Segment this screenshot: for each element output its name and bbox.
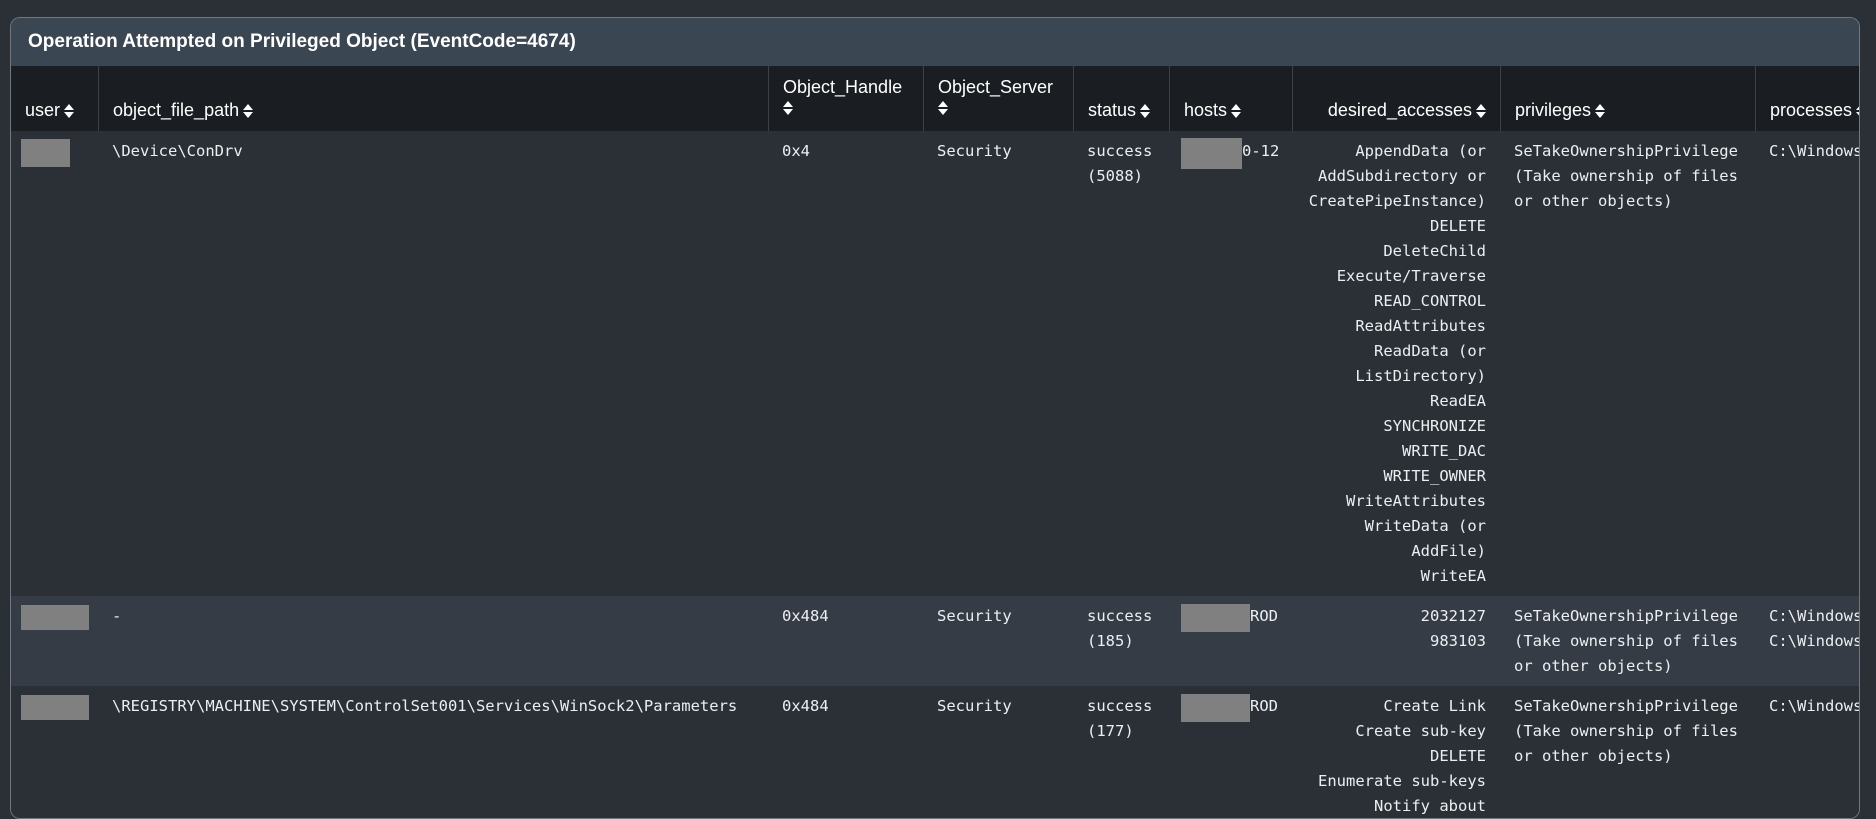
processes-cell[interactable]: C:\Windows\ (1755, 131, 1859, 164)
sort-icon (1231, 103, 1242, 119)
user-cell[interactable] (11, 131, 98, 167)
object-file-path-cell[interactable]: \REGISTRY\MACHINE\SYSTEM\ControlSet001\S… (98, 686, 768, 719)
column-label: desired_accesses (1327, 100, 1472, 120)
processes-cell[interactable]: C:\Windows\ C:\Windows\ (1755, 596, 1859, 654)
column-label: Object_Handle (783, 77, 903, 97)
column-header-processes[interactable]: processes (1755, 66, 1859, 131)
sort-icon (938, 100, 948, 116)
object-server-cell[interactable]: Security (923, 596, 1073, 629)
column-label: object_file_path (113, 100, 240, 120)
redacted-value (21, 695, 89, 720)
table-row: \Device\ConDrv 0x4 Security success (508… (11, 131, 1859, 596)
privileges-cell[interactable]: SeTakeOwnershipPrivilege (Take ownership… (1500, 131, 1755, 214)
sort-icon (1476, 103, 1486, 119)
object-server-cell[interactable]: Security (923, 131, 1073, 164)
redacted-value (21, 605, 89, 630)
object-handle-cell[interactable]: 0x4 (768, 131, 923, 164)
redacted-value (1181, 694, 1250, 722)
hosts-cell[interactable]: ROD (1169, 686, 1292, 722)
desired-accesses-cell[interactable]: 2032127 983103 (1292, 596, 1500, 654)
hosts-suffix: ROD (1250, 697, 1278, 715)
object-handle-cell[interactable]: 0x484 (768, 686, 923, 719)
hosts-suffix: 0-12 (1242, 142, 1280, 160)
column-label: Object_Server (938, 77, 1054, 97)
sort-icon (783, 100, 793, 116)
column-label: user (25, 100, 61, 120)
redacted-value (1181, 138, 1242, 169)
desired-accesses-cell[interactable]: Create Link Create sub-key DELETE Enumer… (1292, 686, 1500, 818)
sort-icon (1856, 103, 1859, 119)
hosts-cell[interactable]: ROD (1169, 596, 1292, 632)
status-cell[interactable]: success (5088) (1073, 131, 1169, 189)
column-label: status (1088, 100, 1137, 120)
table-row: - 0x484 Security success (185) ROD 20321… (11, 596, 1859, 686)
column-label: privileges (1515, 100, 1592, 120)
panel-title: Operation Attempted on Privileged Object… (11, 18, 1859, 66)
user-cell[interactable] (11, 686, 98, 720)
column-header-user[interactable]: user (11, 66, 98, 131)
redacted-value (1181, 604, 1250, 632)
column-header-object-handle[interactable]: Object_Handle (768, 66, 923, 131)
privileges-cell[interactable]: SeTakeOwnershipPrivilege (Take ownership… (1500, 596, 1755, 679)
redacted-value (21, 139, 70, 167)
hosts-suffix: ROD (1250, 607, 1278, 625)
user-cell[interactable] (11, 596, 98, 630)
sort-icon (243, 103, 254, 119)
table-header: user object_file_path Object_Handle Obje… (11, 66, 1859, 131)
object-server-cell[interactable]: Security (923, 686, 1073, 719)
object-file-path-cell[interactable]: \Device\ConDrv (98, 131, 768, 164)
processes-cell[interactable]: C:\Windows\ (1755, 686, 1859, 719)
object-handle-cell[interactable]: 0x484 (768, 596, 923, 629)
column-header-status[interactable]: status (1073, 66, 1169, 131)
column-header-privileges[interactable]: privileges (1500, 66, 1755, 131)
column-header-object-file-path[interactable]: object_file_path (98, 66, 768, 131)
column-header-object-server[interactable]: Object_Server (923, 66, 1073, 131)
status-cell[interactable]: success (185) (1073, 596, 1169, 654)
dashboard-panel: Operation Attempted on Privileged Object… (10, 17, 1860, 819)
privileges-cell[interactable]: SeTakeOwnershipPrivilege (Take ownership… (1500, 686, 1755, 769)
sort-icon (1140, 103, 1151, 119)
object-file-path-cell[interactable]: - (98, 596, 768, 629)
hosts-cell[interactable]: 0-12 (1169, 131, 1292, 169)
table-row: \REGISTRY\MACHINE\SYSTEM\ControlSet001\S… (11, 686, 1859, 818)
column-header-desired-accesses[interactable]: desired_accesses (1292, 66, 1500, 131)
sort-icon (64, 103, 75, 119)
sort-icon (1595, 103, 1606, 119)
desired-accesses-cell[interactable]: AppendData (or AddSubdirectory or Create… (1292, 131, 1500, 589)
column-label: processes (1770, 100, 1853, 120)
column-header-hosts[interactable]: hosts (1169, 66, 1292, 131)
status-cell[interactable]: success (177) (1073, 686, 1169, 744)
column-label: hosts (1184, 100, 1228, 120)
